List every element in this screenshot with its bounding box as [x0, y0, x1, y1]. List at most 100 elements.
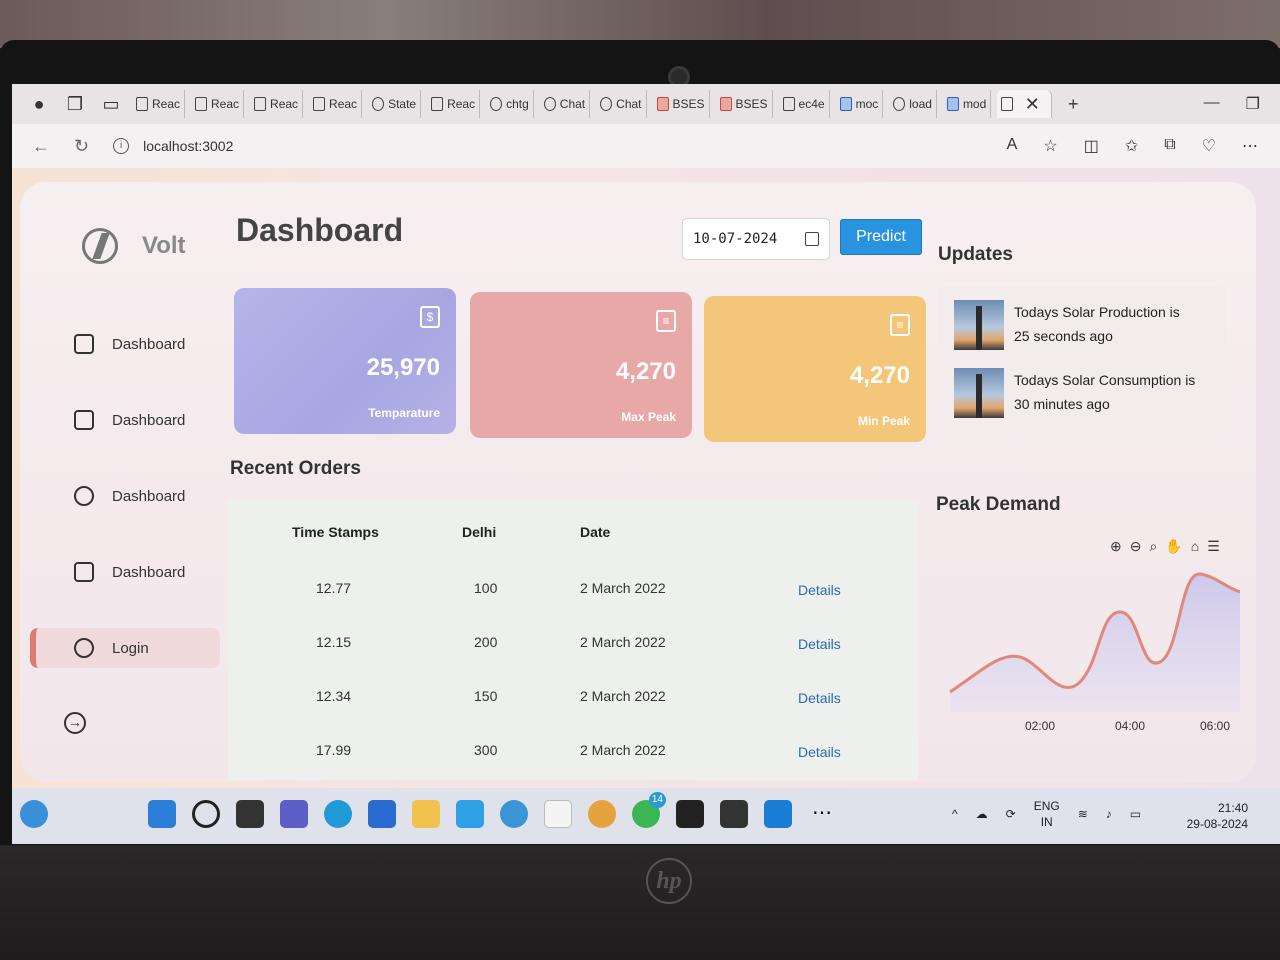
store-icon[interactable]	[368, 800, 396, 828]
sidebar-item-dashboard-1[interactable]: Dashboard	[30, 324, 220, 364]
notepad-icon[interactable]	[544, 800, 572, 828]
profile-icon[interactable]: ●	[24, 94, 54, 115]
close-tab-icon[interactable]: ✕	[1017, 94, 1047, 115]
cell-date: 2 March 2022	[580, 742, 666, 758]
sidebar-item-login[interactable]: Login	[30, 628, 220, 668]
browser-tab[interactable]: State	[368, 90, 422, 118]
card-label: Max Peak	[621, 410, 676, 424]
clock[interactable]: 21:40 29-08-2024	[1187, 800, 1248, 832]
teams-icon[interactable]	[280, 800, 308, 828]
details-link[interactable]: Details	[798, 636, 841, 652]
browser-tab[interactable]: ec4e	[779, 90, 830, 118]
sidebar-item-dashboard-2[interactable]: Dashboard	[30, 400, 220, 440]
wifi-icon[interactable]: ≋	[1078, 807, 1088, 821]
battery-icon[interactable]: ▭	[1130, 807, 1141, 821]
cell-timestamp: 12.77	[316, 580, 352, 596]
browser-tab[interactable]: Chat	[540, 90, 591, 118]
chevron-up-icon[interactable]: ^	[952, 807, 958, 821]
minimize-icon[interactable]: —	[1204, 94, 1220, 114]
search-icon[interactable]	[192, 800, 220, 828]
page-icon	[1001, 97, 1014, 111]
brand-name: Volt	[142, 232, 186, 259]
screen: ● ❐ ▭ Reac Reac Reac Reac State Reac cht…	[12, 84, 1280, 844]
console-icon[interactable]	[720, 800, 748, 828]
restore-icon[interactable]: ❐	[1246, 94, 1260, 114]
calendar-icon[interactable]	[805, 232, 819, 246]
orders-table: Time Stamps Delhi Date 12.77 100 2 March…	[228, 500, 918, 780]
back-icon[interactable]: ←	[32, 136, 50, 157]
update-item: Todays Solar Consumption is 30 minutes a…	[954, 368, 1195, 418]
details-link[interactable]: Details	[798, 582, 841, 598]
cell-timestamp: 17.99	[316, 742, 352, 758]
browser-tab[interactable]: BSES	[716, 90, 773, 118]
more-apps-icon[interactable]: ⋯	[808, 800, 836, 828]
chatgpt-icon	[543, 97, 556, 111]
volume-icon[interactable]: ♪	[1106, 807, 1112, 821]
task-view-icon[interactable]	[236, 800, 264, 828]
logout-icon[interactable]: →	[64, 712, 86, 734]
page-icon	[195, 97, 208, 111]
file-explorer-icon[interactable]	[412, 800, 440, 828]
predict-button[interactable]: Predict	[840, 219, 922, 255]
column-header: Time Stamps	[292, 524, 379, 540]
browser-tab[interactable]: chtg	[486, 90, 534, 118]
details-link[interactable]: Details	[798, 744, 841, 760]
details-link[interactable]: Details	[798, 690, 841, 706]
github-icon	[893, 97, 906, 111]
active-browser-tab[interactable]: ✕	[997, 90, 1053, 118]
widgets-icon[interactable]	[20, 800, 48, 828]
split-screen-icon[interactable]: ◫	[1084, 136, 1099, 156]
vscode-icon[interactable]	[764, 800, 792, 828]
favorites-icon[interactable]: ✩	[1125, 136, 1138, 156]
workspaces-icon[interactable]: ❐	[60, 94, 90, 115]
read-aloud-icon[interactable]: A	[1007, 136, 1018, 156]
cell-date: 2 March 2022	[580, 634, 666, 650]
card-label: Min Peak	[857, 414, 910, 428]
sync-icon[interactable]: ⟳	[1006, 807, 1016, 821]
tab-actions-icon[interactable]: ▭	[96, 94, 126, 115]
search-icon	[490, 97, 503, 111]
url-field[interactable]: i localhost:3002	[113, 138, 233, 154]
info-icon[interactable]: i	[113, 138, 130, 154]
browser-tab[interactable]: Chat	[596, 90, 647, 118]
sidebar-item-dashboard-4[interactable]: Dashboard	[30, 552, 220, 592]
new-tab-icon[interactable]: +	[1058, 94, 1088, 115]
performance-icon[interactable]: ♡	[1202, 136, 1216, 156]
cell-delhi: 150	[474, 688, 498, 704]
date-input[interactable]: 10-07-2024	[682, 218, 830, 260]
cell-delhi: 100	[474, 580, 498, 596]
collections-icon[interactable]: ⧉	[1164, 136, 1175, 156]
browser-tab[interactable]: BSES	[653, 90, 710, 118]
browser-tab[interactable]: moc	[836, 90, 884, 118]
help-icon[interactable]	[500, 800, 528, 828]
sidebar-item-dashboard-3[interactable]: Dashboard	[30, 476, 220, 516]
min-peak-card: ≡ 4,270 Min Peak	[704, 296, 926, 442]
more-icon[interactable]: ⋯	[1242, 136, 1258, 156]
browser-tools: A ☆ ◫ ✩ ⧉ ♡ ⋯	[1007, 136, 1280, 156]
refresh-icon[interactable]: ↻	[74, 136, 89, 157]
chrome-icon[interactable]	[588, 800, 616, 828]
updates-panel: Todays Solar Production is 25 seconds ag…	[938, 286, 1226, 438]
onedrive-icon[interactable]: ☁	[976, 807, 988, 821]
terminal-icon[interactable]	[676, 800, 704, 828]
browser-tab[interactable]: mod	[943, 90, 992, 118]
favorite-star-icon[interactable]: ☆	[1043, 136, 1057, 156]
myhp-icon[interactable]	[456, 800, 484, 828]
start-icon[interactable]	[148, 800, 176, 828]
browser-tab[interactable]: Reac	[191, 90, 245, 118]
page-icon	[136, 97, 148, 111]
edge-icon[interactable]	[324, 800, 352, 828]
card-label: Temparature	[368, 406, 440, 420]
power-tower-thumbnail	[954, 368, 1004, 418]
whatsapp-icon[interactable]: 14	[632, 792, 666, 828]
browser-tab[interactable]: Reac	[250, 90, 304, 118]
browser-tab[interactable]: Reac	[427, 90, 481, 118]
clipboard-icon: ≡	[890, 314, 910, 336]
clipboard-icon: ≡	[656, 310, 676, 332]
browser-tab[interactable]: Reac	[309, 90, 363, 118]
cell-delhi: 200	[474, 634, 498, 650]
browser-tab[interactable]: load	[889, 90, 937, 118]
address-bar: ← ↻ i localhost:3002 A ☆ ◫ ✩ ⧉ ♡ ⋯	[12, 124, 1280, 168]
language-indicator[interactable]: ENG IN	[1034, 798, 1060, 830]
browser-tab[interactable]: Reac	[132, 90, 186, 118]
